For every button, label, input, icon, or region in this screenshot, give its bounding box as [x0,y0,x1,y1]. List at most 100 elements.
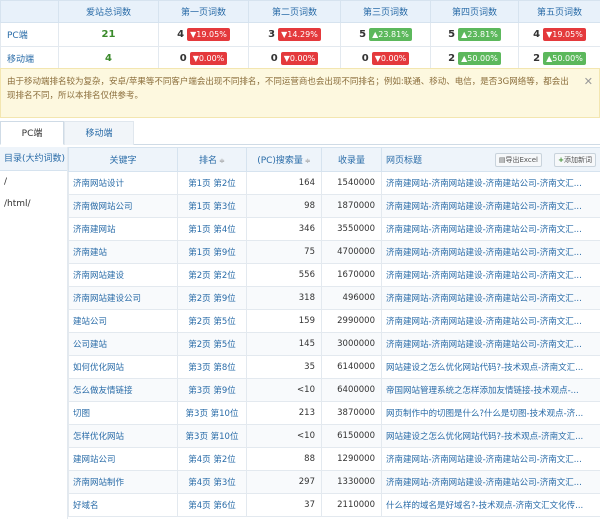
page-title-link[interactable]: 网站建设之怎么优化网站代码?-技术观点-济南文汇... [381,424,600,448]
percent-badge: ▼14.29% [278,28,321,41]
keyword-link[interactable]: 济南建网站 [68,217,178,241]
page-keyword-count[interactable]: 4 [177,29,184,40]
page-title-link[interactable]: 济南建网站-济南网站建设-济南建站公司-济南文汇... [381,286,600,310]
search-volume: 75 [246,240,322,264]
keyword-header-row: 关键字 排名 ≑ (PC)搜索量 ≑ 收录量 网页标题 ▤导出Excel +添加新词 [68,147,600,172]
keyword-link[interactable]: 济南网站设计 [68,171,178,195]
page-title-link[interactable]: 济南建网站-济南网站建设-济南建站公司-济南文汇... [381,263,600,287]
percent-value: 14.29% [287,30,318,39]
search-volume: 159 [246,309,322,333]
total-keywords[interactable]: 21 [58,22,159,47]
indexed-count: 1870000 [321,194,382,218]
page-title-link[interactable]: 济南建网站-济南网站建设-济南建站公司-济南文汇... [381,447,600,471]
page-title-link[interactable]: 济南建网站-济南网站建设-济南建站公司-济南文汇... [381,217,600,241]
table-row: 建网站公司 第4页 第2位 88 1290000 济南建网站-济南网站建设-济南建站公司… [68,447,600,471]
percent-badge: ▼0.00% [189,52,228,65]
directory-item[interactable]: / [0,171,67,193]
page-title-link[interactable]: 帝国网站管理系统之怎样添加友情链接-技术观点-... [381,378,600,402]
keyword-link[interactable]: 怎么做友情链接 [68,378,178,402]
export-excel-button[interactable]: ▤导出Excel [494,153,542,167]
summary-column-header: 第二页词数 [248,0,341,23]
tab-mobile[interactable]: 移动端 [64,121,134,145]
keyword-link[interactable]: 如何优化网站 [68,355,178,379]
device-label: 移动端 [0,46,59,71]
search-volume: <10 [246,424,322,448]
keyword-link[interactable]: 济南网站制作 [68,470,178,494]
rank-value: 第4页 第3位 [177,470,247,494]
keyword-link[interactable]: 公司建站 [68,332,178,356]
directory-item[interactable]: /html/ [0,193,67,215]
keyword-link[interactable]: 好域名 [68,493,178,517]
page-count-cell: 5 ▲23.81% [430,22,519,47]
tab-pc[interactable]: PC端 [0,121,64,145]
percent-value: 50.00% [467,54,498,63]
page-keyword-count[interactable]: 0 [180,53,187,64]
pc-volume-column-header[interactable]: (PC)搜索量 ≑ [246,147,322,172]
page-count-cell: 4 ▼19.05% [158,22,249,47]
summary-column-header [0,0,59,23]
add-keyword-button[interactable]: +添加新词 [554,153,596,167]
close-icon[interactable]: ✕ [584,75,593,89]
page-keyword-count[interactable]: 0 [271,53,278,64]
table-row: 济南建站 第1页 第9位 75 4700000 济南建网站-济南网站建设-济南建站公司-… [68,240,600,264]
table-row: 怎么做友情链接 第3页 第9位 <10 6400000 帝国网站管理系统之怎样添加友情链… [68,378,600,402]
keyword-link[interactable]: 济南建站 [68,240,178,264]
search-volume: 37 [246,493,322,517]
search-volume: <10 [246,378,322,402]
keyword-link[interactable]: 怎样优化网站 [68,424,178,448]
rank-column-header[interactable]: 排名 ≑ [177,147,247,172]
page-title-link[interactable]: 网页制作中的切图是什么?什么是切图-技术观点-济... [381,401,600,425]
search-volume: 297 [246,470,322,494]
page-title-link[interactable]: 济南建网站-济南网站建设-济南建站公司-济南文汇... [381,240,600,264]
keyword-ranking-table: 关键字 排名 ≑ (PC)搜索量 ≑ 收录量 网页标题 ▤导出Excel +添加新词… [68,147,600,517]
keyword-link[interactable]: 济南网站建设公司 [68,286,178,310]
page-count-cell: 2 ▲50.00% [430,46,519,71]
indexed-count: 6400000 [321,378,382,402]
table-row: 公司建站 第2页 第5位 145 3000000 济南建网站-济南网站建设-济南建站公司… [68,332,600,356]
keyword-column-header: 关键字 [68,147,178,172]
percent-badge: ▲50.00% [543,52,586,65]
page-keyword-count[interactable]: 2 [448,53,455,64]
page-keyword-count[interactable]: 5 [448,29,455,40]
percent-value: 23.81% [378,30,409,39]
rank-value: 第3页 第9位 [177,378,247,402]
table-row: 如何优化网站 第3页 第8位 35 6140000 网站建设之怎么优化网站代码?-技术观… [68,355,600,379]
keyword-link[interactable]: 济南做网站公司 [68,194,178,218]
rank-value: 第1页 第2位 [177,171,247,195]
page-keyword-count[interactable]: 3 [268,29,275,40]
keyword-link[interactable]: 切图 [68,401,178,425]
page-title-link[interactable]: 济南建网站-济南网站建设-济南建站公司-济南文汇... [381,171,600,195]
page-title-link[interactable]: 什么样的域名是好域名?-技术观点-济南文汇文化传... [381,493,600,517]
page-count-cell: 3 ▼14.29% [248,22,341,47]
summary-column-header: 第三页词数 [340,0,431,23]
page-keyword-count[interactable]: 2 [533,53,540,64]
rank-value: 第4页 第2位 [177,447,247,471]
directory-panel: 目录(大约词数) //html/ [0,147,68,519]
page-title-link[interactable]: 济南建网站-济南网站建设-济南建站公司-济南文汇... [381,332,600,356]
sort-icon[interactable]: ≑ [219,157,225,165]
rank-value: 第2页 第5位 [177,332,247,356]
page-count-cell: 5 ▲23.81% [340,22,431,47]
keyword-link[interactable]: 建站公司 [68,309,178,333]
page-title-link[interactable]: 济南建网站-济南网站建设-济南建站公司-济南文汇... [381,470,600,494]
sort-icon[interactable]: ≑ [305,157,311,165]
table-row: 济南建网站 第1页 第4位 346 3550000 济南建网站-济南网站建设-济南建站公… [68,217,600,241]
page-keyword-count[interactable]: 0 [362,53,369,64]
keyword-link[interactable]: 建网站公司 [68,447,178,471]
page-title-link[interactable]: 网站建设之怎么优化网站代码?-技术观点-济南文汇... [381,355,600,379]
rank-summary-table: 爱站总词数 第一页词数 第二页词数 第三页词数 第四页词数 第五页词数 PC端 21 4 ▼19… [0,0,600,71]
indexed-count: 1290000 [321,447,382,471]
page-count-cell: 0 ▼0.00% [158,46,249,71]
search-volume: 35 [246,355,322,379]
indexed-count: 2990000 [321,309,382,333]
rank-value: 第1页 第4位 [177,217,247,241]
keyword-link[interactable]: 济南网站建设 [68,263,178,287]
page-title-link[interactable]: 济南建网站-济南网站建设-济南建站公司-济南文汇... [381,194,600,218]
page-title-link[interactable]: 济南建网站-济南网站建设-济南建站公司-济南文汇... [381,309,600,333]
summary-column-header: 第四页词数 [430,0,519,23]
search-volume: 556 [246,263,322,287]
page-keyword-count[interactable]: 4 [533,29,540,40]
page-keyword-count[interactable]: 5 [359,29,366,40]
percent-value: 23.81% [467,30,498,39]
total-keywords[interactable]: 4 [58,46,159,71]
